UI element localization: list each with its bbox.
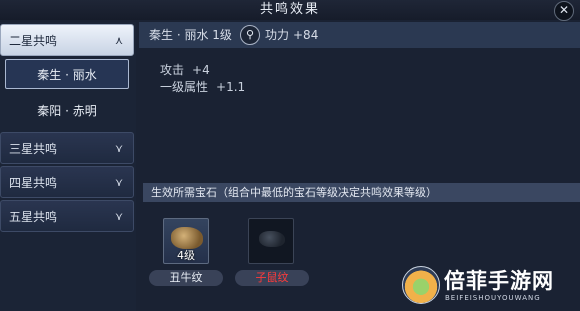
detail-header: 秦生 · 丽水 1级 ⚲ 功力 +84 [139,22,580,48]
chevron-down-icon: ⋎ [114,210,123,223]
search-icon[interactable]: ⚲ [240,25,260,45]
sidebar-item-qinyang-chiming[interactable]: 秦阳 · 赤明 [5,96,129,126]
watermark-title: 倍菲手游网 [444,268,554,293]
chevron-down-icon: ⋎ [114,176,123,189]
window-title: 共鸣效果 [0,0,580,20]
section-two-star[interactable]: 二星共鸣 ⋏ [0,24,134,56]
resonance-name-level: 秦生 · 丽水 1级 [149,28,232,42]
chevron-up-icon: ⋏ [114,34,123,47]
close-button[interactable]: ✕ [554,1,574,21]
power-label: 功力 [265,28,290,42]
gem-level: 4级 [177,249,195,262]
section-four-star[interactable]: 四星共鸣 ⋎ [0,166,134,198]
power-value: +84 [293,28,319,42]
gem-slot-chouniu[interactable]: 4级 [163,218,209,264]
ox-gem-icon [171,227,203,249]
section-three-star-label: 三星共鸣 [9,142,58,156]
stat-value: +4 [192,63,210,77]
sidebar-item-qinsheng-lishui[interactable]: 秦生 · 丽水 [5,59,129,89]
section-five-star[interactable]: 五星共鸣 ⋎ [0,200,134,232]
gem-requirement-bar: 生效所需宝石（组合中最低的宝石等级决定共鸣效果等级） [143,183,580,202]
stat-label: 一级属性 [160,80,209,94]
gem-name-chouniu: 丑牛纹 [149,270,223,286]
section-four-star-label: 四星共鸣 [9,176,58,190]
watermark-logo-icon [402,266,440,304]
gem-name-zishu: 子鼠纹 [235,270,309,286]
section-five-star-label: 五星共鸣 [9,210,58,224]
section-two-star-label: 二星共鸣 [9,34,58,48]
stat-label: 攻击 [160,63,185,77]
stat-value: +1.1 [216,80,246,94]
section-three-star[interactable]: 三星共鸣 ⋎ [0,132,134,164]
gem-slot-zishu[interactable] [248,218,294,264]
stat-primary-attribute: 一级属性 +1.1 [160,79,253,96]
stats-list: 攻击 +4 一级属性 +1.1 [160,62,253,96]
close-icon: ✕ [558,3,570,17]
chevron-down-icon: ⋎ [114,142,123,155]
stat-attack: 攻击 +4 [160,62,253,79]
rat-gem-icon [259,231,285,247]
watermark-subtitle: BEIFEISHOUYOUWANG [445,294,541,302]
